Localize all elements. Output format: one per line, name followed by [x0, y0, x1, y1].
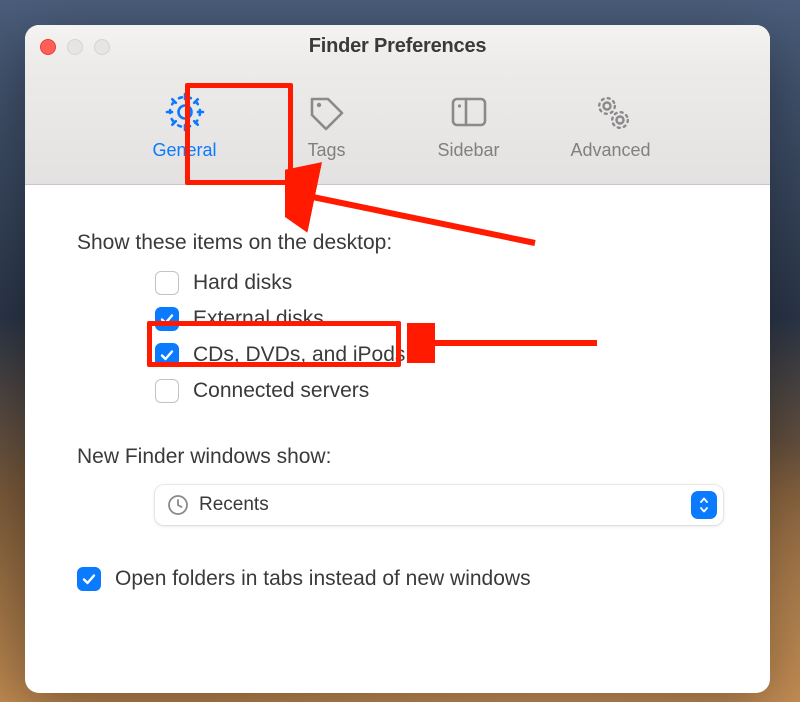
gear-icon: [163, 90, 207, 134]
general-pane: Show these items on the desktop: Hard di…: [25, 185, 770, 611]
gears-icon: [589, 90, 633, 134]
tab-advanced[interactable]: Advanced: [556, 84, 666, 167]
zoom-button[interactable]: [94, 39, 110, 55]
show-desktop-label: Show these items on the desktop:: [77, 231, 732, 255]
checkbox-hard-disks[interactable]: Hard disks: [155, 271, 732, 295]
new-windows-label: New Finder windows show:: [77, 445, 732, 469]
new-windows-dropdown[interactable]: Recents: [155, 485, 723, 525]
tab-label: General: [152, 140, 216, 161]
tab-label: Sidebar: [437, 140, 499, 161]
minimize-button[interactable]: [67, 39, 83, 55]
new-windows-section: New Finder windows show: Recents: [77, 445, 732, 525]
checkbox-box: [155, 307, 179, 331]
preferences-toolbar: General Tags Sidebar: [25, 67, 770, 185]
checkbox-label: CDs, DVDs, and iPods: [193, 343, 405, 367]
checkbox-label: Hard disks: [193, 271, 292, 295]
titlebar: Finder Preferences: [25, 25, 770, 67]
checkbox-cds-dvds-ipods[interactable]: CDs, DVDs, and iPods: [155, 343, 732, 367]
traffic-lights: [40, 39, 110, 55]
checkbox-box: [77, 567, 101, 591]
checkbox-label: Open folders in tabs instead of new wind…: [115, 567, 531, 591]
finder-preferences-window: Finder Preferences General Tags: [25, 25, 770, 693]
sidebar-icon: [447, 90, 491, 134]
checkbox-connected-servers[interactable]: Connected servers: [155, 379, 732, 403]
tab-tags[interactable]: Tags: [272, 84, 382, 167]
checkbox-label: Connected servers: [193, 379, 369, 403]
updown-icon: [691, 491, 717, 519]
tab-label: Tags: [307, 140, 345, 161]
desktop-items-list: Hard disks External disks CDs, DVDs, and…: [155, 271, 732, 403]
checkbox-open-in-tabs[interactable]: Open folders in tabs instead of new wind…: [77, 567, 732, 591]
dropdown-value: Recents: [199, 494, 681, 516]
window-title: Finder Preferences: [309, 35, 487, 58]
close-button[interactable]: [40, 39, 56, 55]
tab-label: Advanced: [570, 140, 650, 161]
checkbox-box: [155, 379, 179, 403]
tag-icon: [305, 90, 349, 134]
checkbox-box: [155, 343, 179, 367]
tab-sidebar[interactable]: Sidebar: [414, 84, 524, 167]
checkbox-external-disks[interactable]: External disks: [155, 307, 732, 331]
checkbox-box: [155, 271, 179, 295]
checkbox-label: External disks: [193, 307, 324, 331]
tab-general[interactable]: General: [130, 84, 240, 167]
recents-icon: [167, 494, 189, 516]
